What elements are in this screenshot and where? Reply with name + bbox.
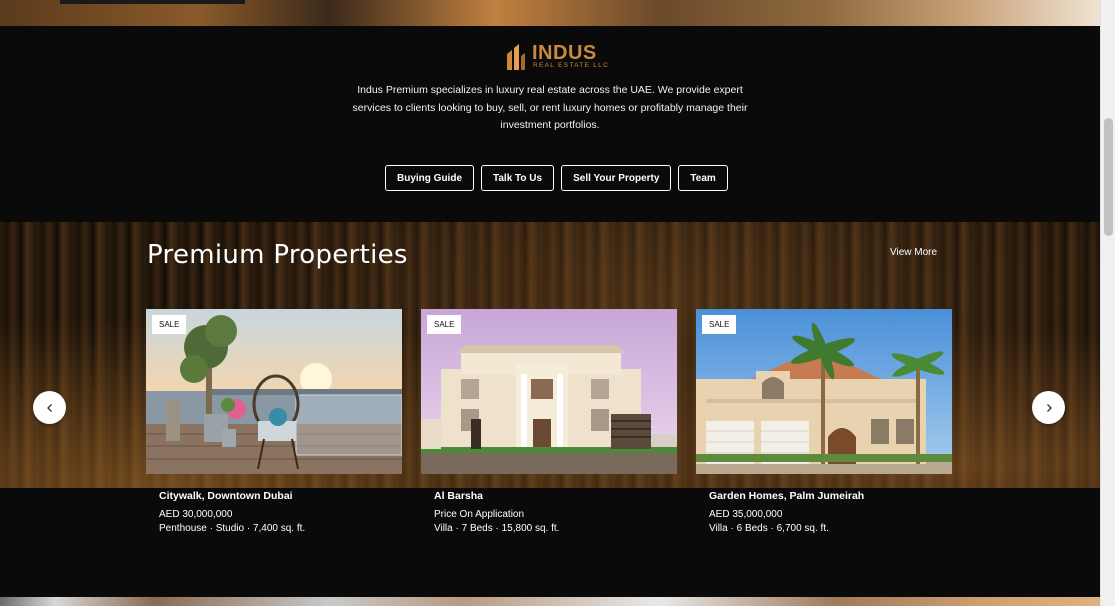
- scrollbar-thumb[interactable]: [1104, 118, 1113, 236]
- property-photo[interactable]: SALE: [421, 309, 677, 474]
- brand-tagline: REAL ESTATE LLC: [533, 62, 610, 69]
- property-card[interactable]: SALE Garden Homes, Palm Jumeirah AED 35,…: [696, 309, 952, 534]
- chevron-right-icon: [1046, 403, 1052, 412]
- section-title: Premium Properties: [147, 240, 408, 270]
- card-info-background: [0, 488, 1100, 598]
- hero-image-strip: [0, 0, 1100, 26]
- page-scrollbar[interactable]: [1100, 0, 1115, 606]
- hero-overlay-bar: [60, 0, 245, 4]
- sell-your-property-button[interactable]: Sell Your Property: [561, 165, 672, 191]
- property-price: Price On Application: [434, 509, 525, 520]
- view-more-link[interactable]: View More: [890, 247, 937, 258]
- property-card[interactable]: SALE Citywalk, Downtown Dubai AED 30,000…: [146, 309, 402, 534]
- team-button[interactable]: Team: [678, 165, 728, 191]
- carousel-prev-button[interactable]: [33, 391, 66, 424]
- property-specs: Penthouse · Studio · 7,400 sq. ft.: [159, 523, 306, 534]
- property-photo[interactable]: SALE: [146, 309, 402, 474]
- indus-logo[interactable]: INDUS REAL ESTATE LLC: [505, 42, 608, 72]
- sale-badge: SALE: [702, 315, 737, 334]
- property-price: AED 30,000,000: [159, 509, 233, 520]
- intro-text: Indus Premium specializes in luxury real…: [352, 84, 748, 131]
- property-specs: Villa · 6 Beds · 6,700 sq. ft.: [709, 523, 829, 534]
- sale-badge: SALE: [152, 315, 187, 334]
- talk-to-us-button[interactable]: Talk To Us: [481, 165, 555, 191]
- property-name[interactable]: Al Barsha: [434, 490, 483, 502]
- property-card[interactable]: SALE Al Barsha Price On Application Vill…: [421, 309, 677, 534]
- property-specs: Villa · 7 Beds · 15,800 sq. ft.: [434, 523, 560, 534]
- sale-badge: SALE: [427, 315, 462, 334]
- building-logo-icon: [507, 44, 525, 70]
- chevron-left-icon: [46, 403, 52, 412]
- buying-guide-button[interactable]: Buying Guide: [385, 165, 474, 191]
- property-name[interactable]: Garden Homes, Palm Jumeirah: [709, 490, 864, 502]
- carousel-next-button[interactable]: [1032, 391, 1065, 424]
- next-section-image-strip: [0, 597, 1100, 606]
- property-name[interactable]: Citywalk, Downtown Dubai: [159, 490, 293, 502]
- property-price: AED 35,000,000: [709, 509, 783, 520]
- premium-properties-section: Premium Properties View More SALE Citywa…: [0, 222, 1100, 598]
- property-photo[interactable]: SALE: [696, 309, 952, 474]
- quick-links: Buying Guide Talk To Us Sell Your Proper…: [385, 165, 728, 191]
